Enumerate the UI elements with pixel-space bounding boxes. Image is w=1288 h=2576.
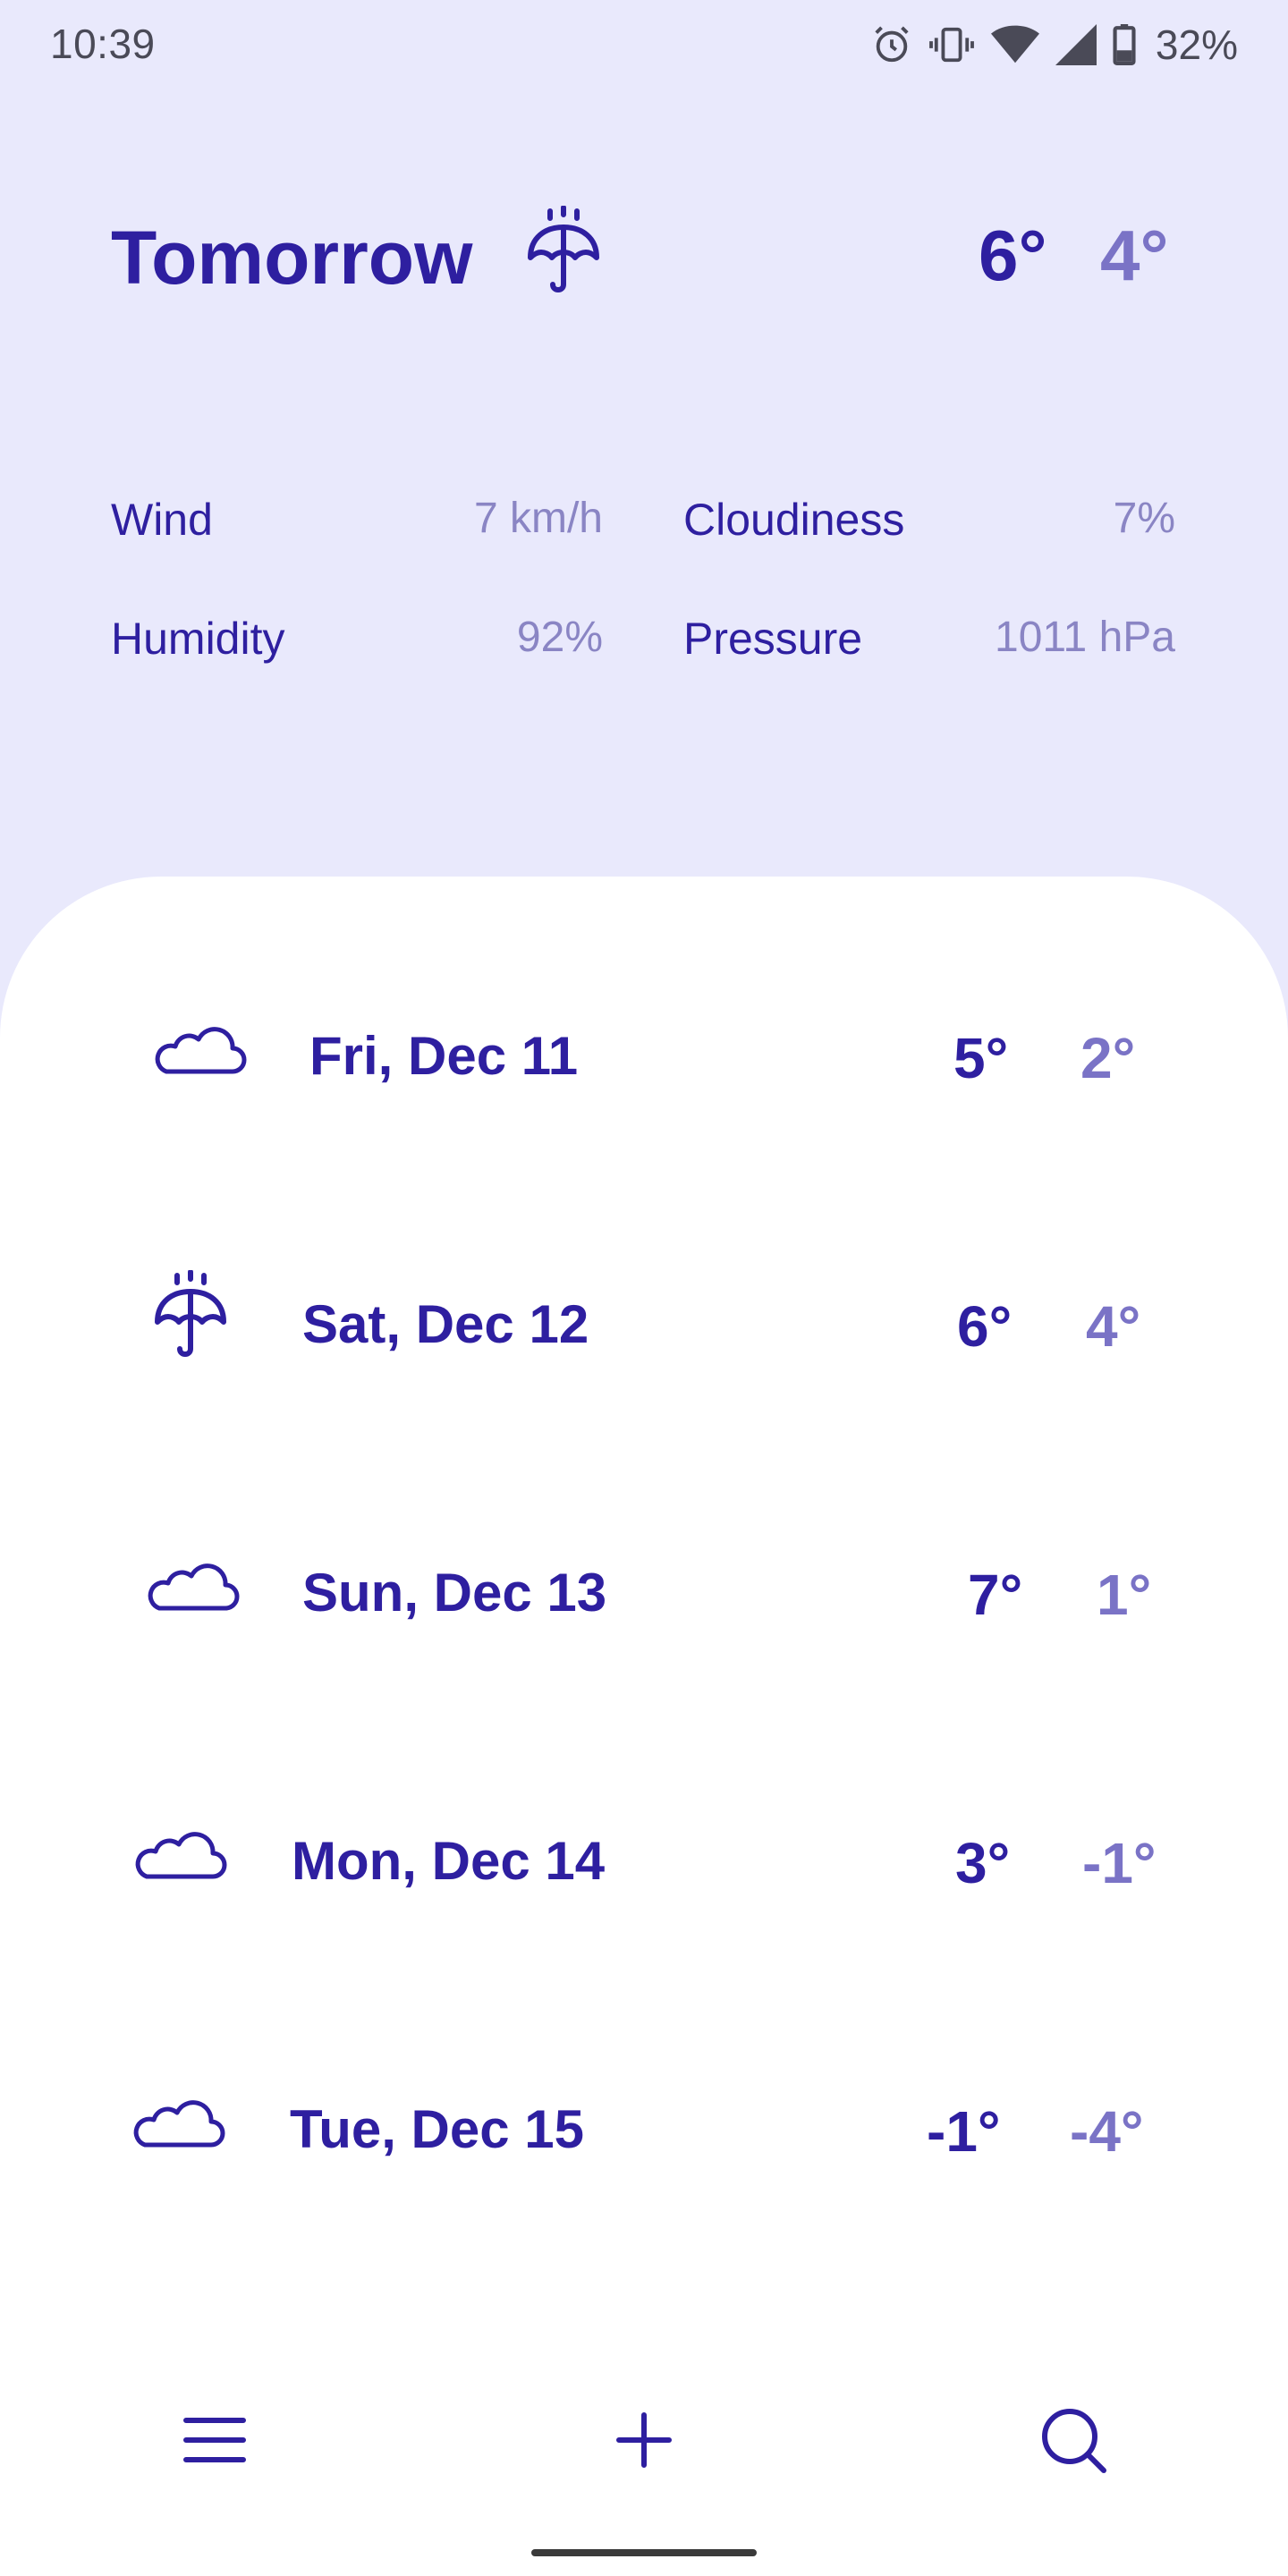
status-icons: 32% (871, 18, 1238, 72)
vibrate-icon (928, 24, 975, 65)
detail-pressure: Pressure 1011 hPa (683, 602, 1175, 665)
humidity-value: 92% (516, 614, 603, 661)
weather-details: Wind 7 km/h Cloudiness 7% Humidity 92% P… (111, 483, 1175, 680)
forecast-row[interactable]: Sun, Dec 13 7° 1° (0, 1521, 1288, 1664)
pressure-value: 1011 hPa (995, 614, 1175, 661)
cloud-icon (145, 1556, 240, 1618)
cloudiness-value: 7% (1113, 495, 1175, 542)
forecast-date: Mon, Dec 14 (292, 1831, 606, 1891)
forecast-date: Tue, Dec 15 (290, 2099, 585, 2159)
battery-icon (1113, 24, 1136, 65)
forecast-row[interactable]: Sat, Dec 12 6° 4° (0, 1252, 1288, 1395)
signal-icon (1055, 24, 1097, 65)
bottom-nav (0, 2379, 1288, 2487)
forecast-high: 7° (968, 1563, 1023, 1627)
cloud-icon (132, 1825, 227, 1886)
menu-icon (182, 2415, 247, 2470)
humidity-label: Humidity (111, 614, 285, 664)
page-title: Tomorrow (111, 216, 473, 300)
home-indicator[interactable] (531, 2549, 757, 2556)
status-time: 10:39 (50, 21, 156, 67)
forecast-low: 2° (1080, 1026, 1136, 1090)
forecast-date: Sat, Dec 12 (302, 1294, 589, 1354)
forecast-row[interactable]: Fri, Dec 11 5° 2° (0, 984, 1288, 1127)
wind-value: 7 km/h (473, 495, 603, 542)
alarm-icon (871, 24, 912, 65)
add-location-button[interactable] (599, 2397, 689, 2487)
forecast-date: Sun, Dec 13 (302, 1563, 607, 1623)
forecast-low: -1° (1082, 1831, 1157, 1895)
forecast-high: 5° (953, 1026, 1009, 1090)
detail-cloudiness: Cloudiness 7% (683, 483, 1175, 546)
wifi-icon (990, 24, 1039, 65)
forecast-card: Fri, Dec 11 5° 2° Sat, Dec 12 6° 4° Sun,… (0, 877, 1288, 2576)
add-icon (615, 2411, 673, 2473)
cloud-icon (131, 2093, 225, 2155)
forecast-low: 4° (1086, 1294, 1141, 1359)
detail-humidity: Humidity 92% (111, 602, 603, 665)
detail-wind: Wind 7 km/h (111, 483, 603, 546)
forecast-row[interactable]: Tue, Dec 15 -1° -4° (0, 2057, 1288, 2200)
pressure-label: Pressure (683, 614, 863, 664)
umbrella-icon (150, 1269, 231, 1373)
forecast-high: -1° (927, 2099, 1001, 2164)
cloudiness-label: Cloudiness (683, 495, 905, 545)
forecast-low: -4° (1070, 2099, 1144, 2164)
search-icon (1039, 2406, 1107, 2479)
forecast-date: Fri, Dec 11 (309, 1026, 579, 1086)
umbrella-icon (523, 205, 604, 309)
forecast-low: 1° (1097, 1563, 1152, 1627)
forecast-row[interactable]: Mon, Dec 14 3° -1° (0, 1789, 1288, 1932)
search-button[interactable] (1029, 2397, 1118, 2487)
forecast-high: 3° (955, 1831, 1011, 1895)
header-low-temp: 4° (1100, 216, 1169, 295)
wind-label: Wind (111, 495, 213, 545)
tomorrow-header: Tomorrow 6° 4° (0, 179, 1288, 358)
status-bar: 10:39 32% (0, 0, 1288, 89)
header-high-temp: 6° (979, 216, 1047, 295)
battery-percent: 32% (1155, 21, 1238, 68)
forecast-high: 6° (957, 1294, 1013, 1359)
menu-button[interactable] (170, 2397, 259, 2487)
cloud-icon (152, 1020, 247, 1081)
